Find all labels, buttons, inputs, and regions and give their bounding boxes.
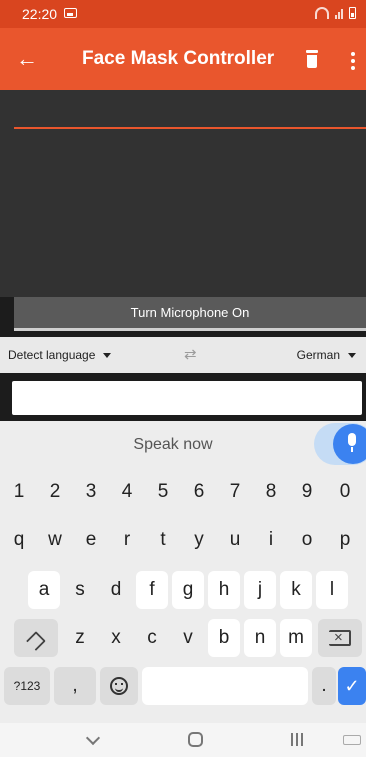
key-i[interactable]: i	[255, 521, 287, 559]
voice-input-bar: Speak now	[0, 421, 366, 467]
transcript-panel	[0, 90, 366, 297]
key-f[interactable]: f	[136, 571, 168, 609]
battery-icon	[349, 7, 356, 19]
keyboard: Speak now 1 2 3 4 5 6 7 8 9 0 q w e r t …	[0, 421, 366, 723]
app-bar: ← Face Mask Controller	[0, 28, 366, 90]
keyboard-switch-icon[interactable]	[343, 735, 361, 745]
nav-back-icon[interactable]	[85, 730, 101, 746]
key-y[interactable]: y	[183, 521, 215, 559]
input-underline	[14, 127, 366, 129]
key-u[interactable]: u	[219, 521, 251, 559]
target-language-select[interactable]: German	[297, 348, 356, 362]
emoji-icon	[110, 677, 128, 695]
period-key[interactable]: .	[312, 667, 336, 705]
caret-down-icon	[103, 352, 112, 358]
status-icons	[315, 7, 356, 19]
enter-key[interactable]: ✓	[338, 667, 366, 705]
navigation-bar	[0, 723, 366, 757]
key-b[interactable]: b	[208, 619, 240, 657]
delete-button[interactable]	[298, 47, 326, 75]
wifi-icon	[315, 7, 329, 19]
key-3[interactable]: 3	[75, 473, 107, 511]
source-language-label: Detect language	[8, 348, 96, 362]
shift-key[interactable]	[14, 619, 58, 657]
key-9[interactable]: 9	[291, 473, 323, 511]
space-key[interactable]	[142, 667, 308, 705]
key-7[interactable]: 7	[219, 473, 251, 511]
key-e[interactable]: e	[75, 521, 107, 559]
speak-now-prompt: Speak now	[133, 436, 213, 453]
key-l[interactable]: l	[316, 571, 348, 609]
key-1[interactable]: 1	[3, 473, 35, 511]
key-j[interactable]: j	[244, 571, 276, 609]
key-o[interactable]: o	[291, 521, 323, 559]
back-button[interactable]: ←	[10, 42, 44, 76]
key-6[interactable]: 6	[183, 473, 215, 511]
nav-home-icon[interactable]	[188, 732, 203, 747]
key-v[interactable]: v	[172, 619, 204, 657]
key-a[interactable]: a	[28, 571, 60, 609]
backspace-icon	[329, 629, 351, 646]
key-8[interactable]: 8	[255, 473, 287, 511]
signal-icon	[335, 7, 343, 19]
emoji-key[interactable]	[100, 667, 138, 705]
key-z[interactable]: z	[64, 619, 96, 657]
key-c[interactable]: c	[136, 619, 168, 657]
key-k[interactable]: k	[280, 571, 312, 609]
app-title: Face Mask Controller	[82, 48, 275, 69]
status-bar: 22:20	[0, 0, 366, 28]
more-options-button[interactable]	[344, 47, 362, 75]
comma-key[interactable]: ,	[54, 667, 96, 705]
translation-input[interactable]	[12, 381, 362, 415]
key-5[interactable]: 5	[147, 473, 179, 511]
caret-down-icon	[348, 352, 356, 358]
key-r[interactable]: r	[111, 521, 143, 559]
trash-icon	[306, 50, 318, 53]
key-x[interactable]: x	[100, 619, 132, 657]
more-vert-icon	[351, 52, 355, 56]
shift-icon	[26, 631, 46, 651]
image-notification-icon	[64, 8, 77, 18]
key-2[interactable]: 2	[39, 473, 71, 511]
key-n[interactable]: n	[244, 619, 276, 657]
nav-recents-icon[interactable]	[291, 733, 303, 746]
key-0[interactable]: 0	[327, 473, 363, 511]
key-g[interactable]: g	[172, 571, 204, 609]
source-language-select[interactable]: Detect language	[8, 348, 112, 362]
arrow-left-icon: ←	[16, 46, 38, 71]
key-q[interactable]: q	[3, 521, 35, 559]
key-h[interactable]: h	[208, 571, 240, 609]
key-d[interactable]: d	[100, 571, 132, 609]
key-m[interactable]: m	[280, 619, 312, 657]
key-s[interactable]: s	[64, 571, 96, 609]
key-w[interactable]: w	[39, 521, 71, 559]
status-time: 22:20	[22, 6, 58, 22]
target-language-label: German	[296, 348, 340, 362]
key-4[interactable]: 4	[111, 473, 143, 511]
key-t[interactable]: t	[147, 521, 179, 559]
symbols-key[interactable]: ?123	[4, 667, 50, 705]
language-bar: Detect language ⇄ German	[0, 337, 366, 373]
swap-languages-icon[interactable]: ⇄	[184, 345, 197, 363]
backspace-key[interactable]	[318, 619, 362, 657]
key-p[interactable]: p	[327, 521, 363, 559]
microphone-toggle-button[interactable]: Turn Microphone On	[14, 297, 366, 331]
mic-icon	[348, 433, 356, 446]
